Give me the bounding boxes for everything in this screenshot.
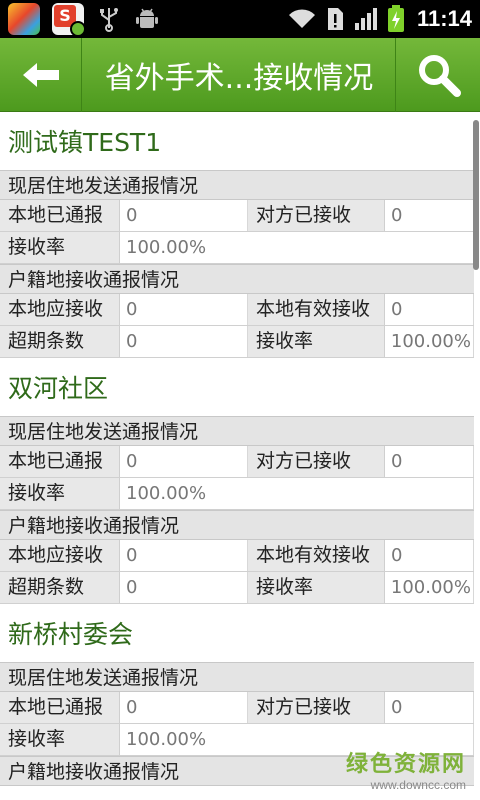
local-valid-receive-label: 本地有效接收 bbox=[248, 294, 385, 325]
table-row: 超期条数 0 接收率 100.00% bbox=[0, 326, 474, 358]
overdue-count-label: 超期条数 bbox=[0, 326, 120, 357]
local-reported-value: 0 bbox=[120, 446, 248, 477]
overdue-count-label: 超期条数 bbox=[0, 572, 120, 603]
back-button[interactable] bbox=[0, 38, 82, 112]
receive-rate-value: 100.00% bbox=[385, 572, 474, 603]
other-received-value: 0 bbox=[385, 200, 474, 231]
receive-rate-label: 接收率 bbox=[248, 326, 385, 357]
local-reported-value: 0 bbox=[120, 200, 248, 231]
other-received-value: 0 bbox=[385, 446, 474, 477]
receive-rate-label: 接收率 bbox=[0, 478, 120, 509]
report-list[interactable]: 测试镇TEST1 现居住地发送通报情况 本地已通报 0 对方已接收 0 接收率 … bbox=[0, 112, 480, 800]
back-arrow-icon bbox=[22, 63, 59, 87]
table-row: 接收率 100.00% bbox=[0, 232, 474, 264]
other-received-label: 对方已接收 bbox=[248, 692, 385, 723]
table-row: 本地已通报 0 对方已接收 0 bbox=[0, 446, 474, 478]
local-reported-label: 本地已通报 bbox=[0, 200, 120, 231]
section-title: 新桥村委会 bbox=[8, 620, 134, 649]
app-notification-icon bbox=[8, 3, 40, 35]
scrollbar[interactable] bbox=[473, 120, 479, 270]
page-title: 省外手术...接收情况 bbox=[83, 38, 396, 112]
local-should-receive-label: 本地应接收 bbox=[0, 540, 120, 571]
local-should-receive-value: 0 bbox=[120, 294, 248, 325]
local-valid-receive-value: 0 bbox=[385, 294, 474, 325]
local-reported-value: 0 bbox=[120, 692, 248, 723]
search-button[interactable] bbox=[397, 38, 480, 112]
other-received-label: 对方已接收 bbox=[248, 446, 385, 477]
local-reported-label: 本地已通报 bbox=[0, 692, 120, 723]
action-bar: 省外手术...接收情况 bbox=[0, 38, 480, 112]
search-icon bbox=[418, 55, 461, 97]
table-row: 接收率 100.00% bbox=[0, 478, 474, 510]
receive-rate-label: 接收率 bbox=[248, 572, 385, 603]
local-should-receive-value: 0 bbox=[120, 540, 248, 571]
resident-send-header: 现居住地发送通报情况 bbox=[0, 662, 474, 692]
overdue-count-value: 0 bbox=[120, 572, 248, 603]
watermark-text: 绿色资源网 bbox=[345, 752, 466, 777]
table-row: 本地应接收 0 本地有效接收 0 bbox=[0, 540, 474, 572]
status-bar: S 11:14 bbox=[0, 0, 480, 38]
watermark-url: www.downcc.com bbox=[370, 778, 466, 792]
receive-rate-label: 接收率 bbox=[0, 232, 120, 263]
check-badge-icon bbox=[70, 21, 86, 37]
resident-send-header: 现居住地发送通报情况 bbox=[0, 170, 474, 200]
app-badge-notification-icon: S bbox=[52, 3, 86, 37]
local-valid-receive-label: 本地有效接收 bbox=[248, 540, 385, 571]
signal-icon bbox=[354, 8, 377, 30]
table-row: 超期条数 0 接收率 100.00% bbox=[0, 572, 474, 604]
village-section: 双河社区 现居住地发送通报情况 本地已通报 0 对方已接收 0 接收率 100.… bbox=[0, 358, 474, 604]
battery-charging-icon bbox=[387, 5, 404, 32]
table-row: 本地应接收 0 本地有效接收 0 bbox=[0, 294, 474, 326]
other-received-label: 对方已接收 bbox=[248, 200, 385, 231]
android-debug-icon bbox=[136, 8, 158, 28]
usb-icon bbox=[100, 8, 118, 32]
local-valid-receive-value: 0 bbox=[385, 540, 474, 571]
other-received-value: 0 bbox=[385, 692, 474, 723]
local-reported-label: 本地已通报 bbox=[0, 446, 120, 477]
receive-rate-label: 接收率 bbox=[0, 724, 120, 755]
resident-send-header: 现居住地发送通报情况 bbox=[0, 416, 474, 446]
village-section: 测试镇TEST1 现居住地发送通报情况 本地已通报 0 对方已接收 0 接收率 … bbox=[0, 112, 474, 358]
section-title: 测试镇TEST1 bbox=[8, 128, 162, 157]
table-row: 本地已通报 0 对方已接收 0 bbox=[0, 692, 474, 724]
receive-rate-value: 100.00% bbox=[120, 478, 474, 509]
household-receive-header: 户籍地接收通报情况 bbox=[0, 264, 474, 294]
site-watermark: 绿色资源网 www.downcc.com bbox=[346, 746, 466, 792]
clock: 11:14 bbox=[416, 6, 472, 31]
household-receive-header: 户籍地接收通报情况 bbox=[0, 510, 474, 540]
table-row: 本地已通报 0 对方已接收 0 bbox=[0, 200, 474, 232]
receive-rate-value: 100.00% bbox=[385, 326, 474, 357]
overdue-count-value: 0 bbox=[120, 326, 248, 357]
section-title: 双河社区 bbox=[8, 374, 109, 403]
receive-rate-value: 100.00% bbox=[120, 232, 474, 263]
local-should-receive-label: 本地应接收 bbox=[0, 294, 120, 325]
sim-alert-icon bbox=[327, 8, 343, 30]
wifi-icon bbox=[288, 9, 315, 28]
